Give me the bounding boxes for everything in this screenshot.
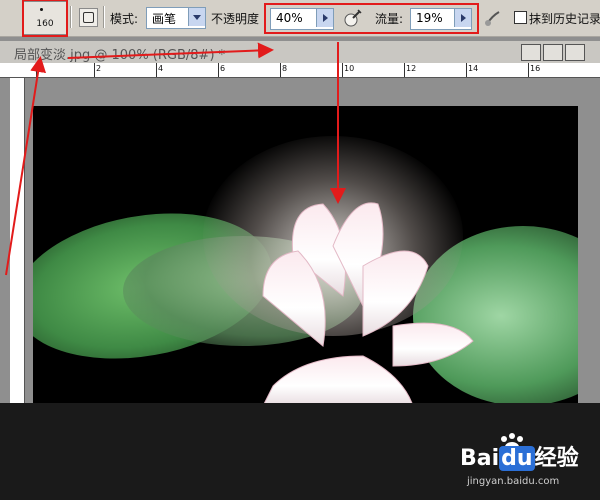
ruler-tick <box>342 63 343 77</box>
ruler-label: 6 <box>220 64 226 73</box>
ruler-label: 0 <box>38 64 44 73</box>
chevron-right-icon[interactable] <box>454 9 471 27</box>
ruler-tick <box>466 63 467 77</box>
ruler-label: 12 <box>406 64 417 73</box>
ruler-label: 10 <box>344 64 355 73</box>
minimize-icon[interactable] <box>521 44 541 61</box>
mode-label: 模式: <box>110 12 139 26</box>
ruler-tick <box>94 63 95 77</box>
opacity-label: 不透明度 <box>211 12 260 26</box>
divider <box>70 6 72 28</box>
history-checkbox-label: 抹到历史记录 <box>529 12 600 26</box>
image-canvas[interactable] <box>33 106 578 403</box>
opacity-field[interactable]: 40% <box>270 8 334 30</box>
history-checkbox[interactable] <box>514 11 527 24</box>
ruler-tick <box>36 63 37 77</box>
logo-du: du <box>499 446 535 471</box>
baidu-jingyan-logo: Baidu经验 <box>460 440 579 472</box>
divider <box>103 6 105 28</box>
ruler-tick <box>528 63 529 77</box>
chevron-right-icon[interactable] <box>316 9 333 27</box>
watermark-url: jingyan.baidu.com <box>467 476 560 487</box>
brush-panel-toggle-icon[interactable] <box>79 8 98 27</box>
mode-select[interactable]: 画笔 <box>146 7 206 29</box>
vertical-ruler <box>10 78 25 403</box>
ruler-label: 16 <box>530 64 541 73</box>
maximize-icon[interactable] <box>543 44 563 61</box>
flow-label: 流量: <box>375 12 404 26</box>
annotation-highlight-box <box>22 0 68 37</box>
history-brush-icon[interactable] <box>483 8 503 28</box>
document-title-bar[interactable]: 局部变淡.jpg @ 100% (RGB/8#) * <box>0 41 600 63</box>
horizontal-ruler: 0 2 4 6 8 10 12 14 16 <box>0 63 600 78</box>
options-bar: 160 模式: 画笔 不透明度 40% 流量: 19% 抹到历史记录 <box>0 0 600 37</box>
airbrush-icon[interactable] <box>343 8 363 28</box>
chevron-down-icon[interactable] <box>188 8 205 26</box>
close-icon[interactable] <box>565 44 585 61</box>
document-title: 局部变淡.jpg @ 100% (RGB/8#) * <box>14 48 226 63</box>
opacity-value: 40% <box>276 11 303 25</box>
ruler-tick <box>280 63 281 77</box>
logo-jingyan: 经验 <box>534 446 579 471</box>
ruler-label: 8 <box>282 64 288 73</box>
flow-value: 19% <box>416 11 443 25</box>
ruler-label: 2 <box>96 64 102 73</box>
ruler-tick <box>218 63 219 77</box>
logo-bai: Bai <box>460 446 500 471</box>
flow-field[interactable]: 19% <box>410 8 472 30</box>
ruler-tick <box>404 63 405 77</box>
ruler-label: 4 <box>158 64 164 73</box>
lotus-flower-image <box>262 202 474 403</box>
mode-value: 画笔 <box>152 12 177 26</box>
ruler-label: 14 <box>468 64 479 73</box>
document-workspace: 局部变淡.jpg @ 100% (RGB/8#) * 0 2 4 6 8 10 … <box>0 37 600 403</box>
ruler-tick <box>156 63 157 77</box>
